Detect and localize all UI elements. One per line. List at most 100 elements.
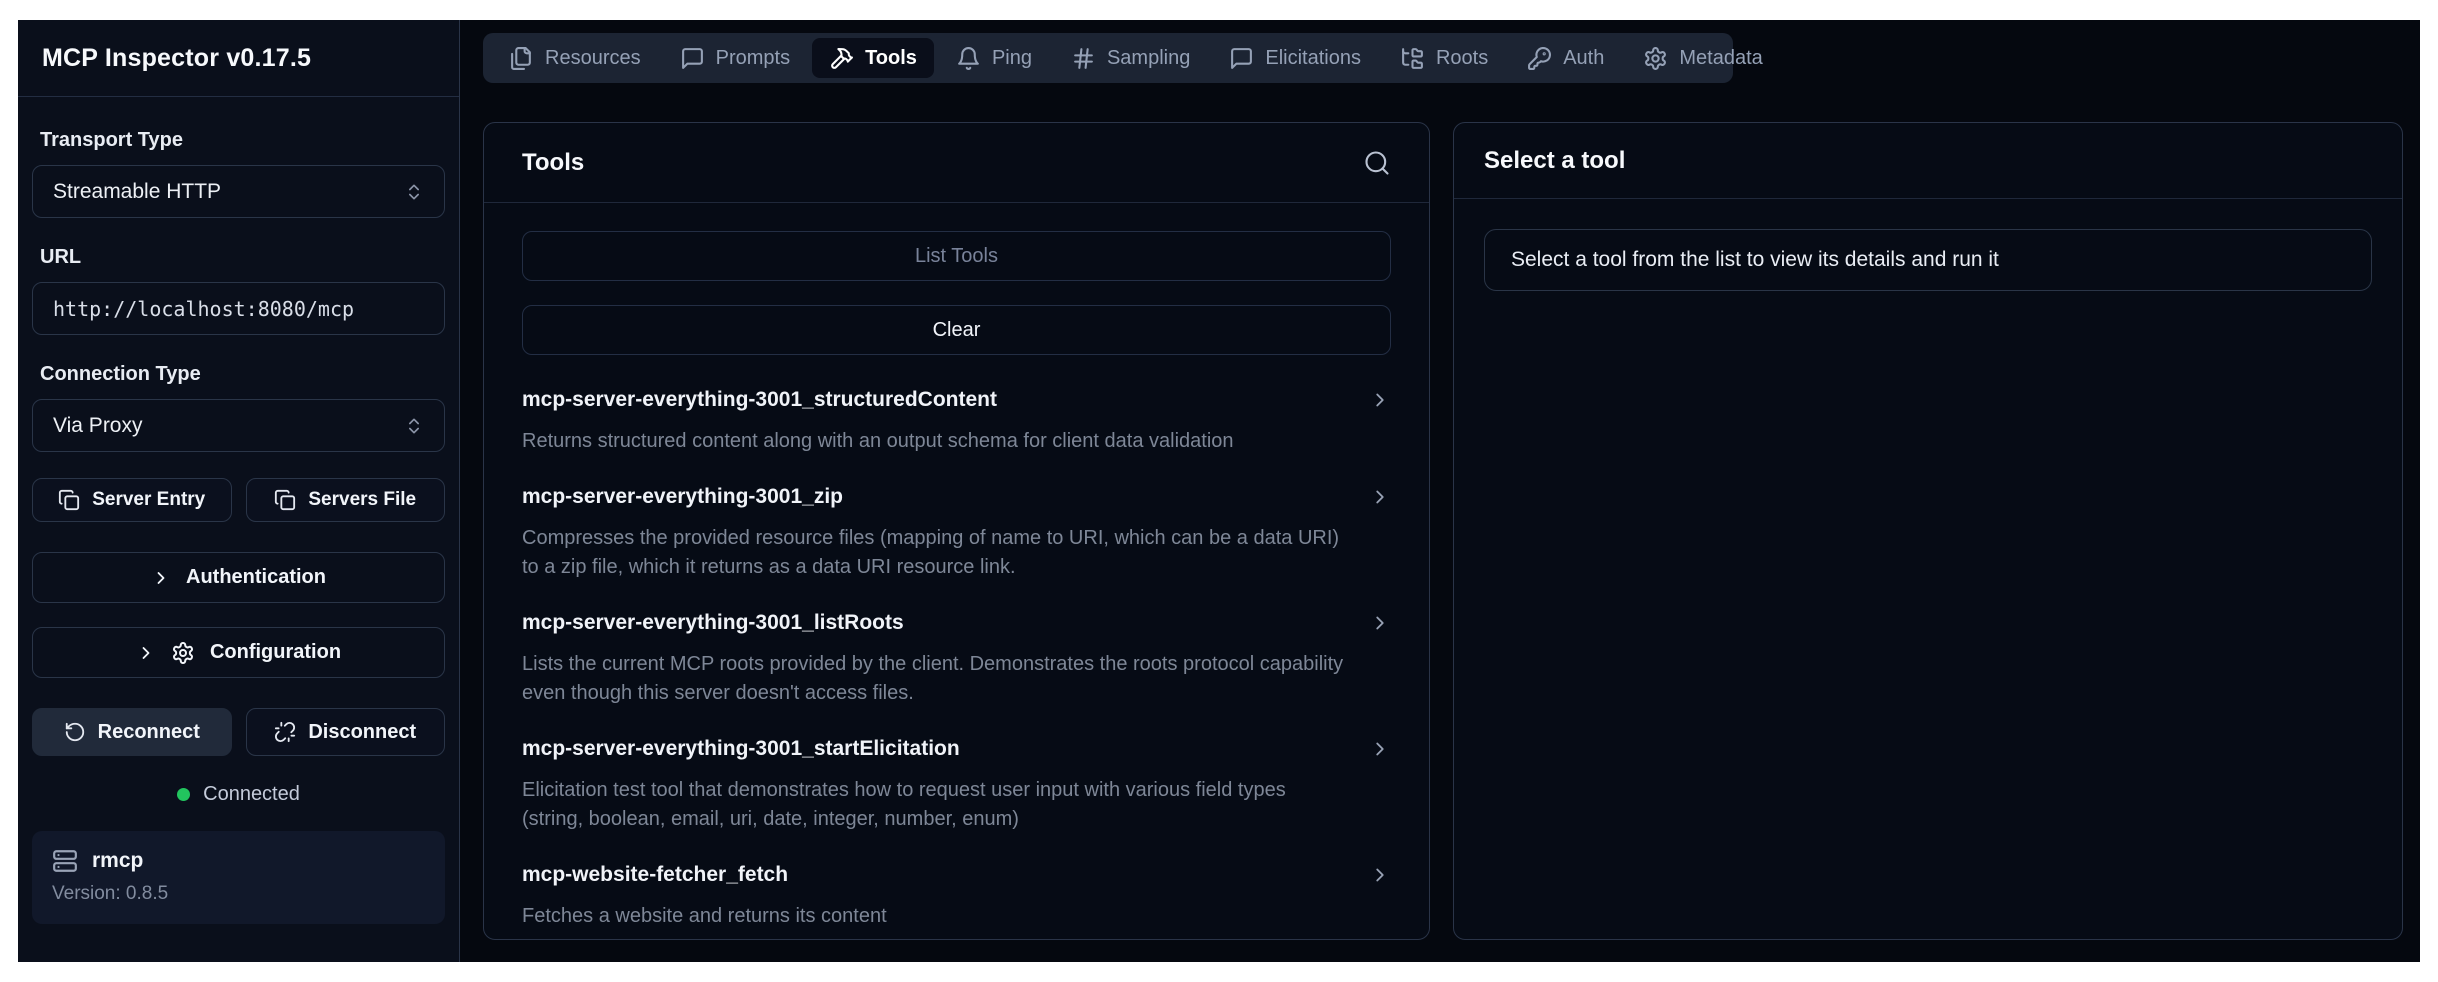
chevron-right-icon [1369, 864, 1391, 886]
folder-tree-icon [1400, 46, 1425, 71]
hash-icon [1071, 46, 1096, 71]
authentication-label: Authentication [186, 566, 326, 589]
clear-label: Clear [933, 319, 981, 342]
gear-icon [171, 641, 195, 665]
tool-list-item[interactable]: mcp-server-everything-3001_startElicitat… [522, 734, 1391, 834]
message-square-icon [680, 46, 705, 71]
tab-tools[interactable]: Tools [812, 38, 934, 78]
tool-name: mcp-server-everything-3001_startElicitat… [522, 734, 960, 764]
copy-icon [274, 489, 296, 511]
server-entry-button[interactable]: Server Entry [32, 478, 232, 522]
configuration-label: Configuration [210, 641, 341, 664]
chevron-right-icon [136, 643, 156, 663]
tool-description: Lists the current MCP roots provided by … [522, 650, 1352, 708]
tab-prompts[interactable]: Prompts [663, 38, 807, 78]
transport-type-select[interactable]: Streamable HTTP [32, 165, 445, 218]
tab-auth[interactable]: Auth [1510, 38, 1621, 78]
disconnect-button[interactable]: Disconnect [246, 708, 446, 756]
chevron-right-icon [1369, 389, 1391, 411]
status-label: Connected [203, 783, 300, 806]
tab-label: Elicitations [1265, 47, 1361, 70]
copy-icon [58, 489, 80, 511]
tool-list: mcp-server-everything-3001_structuredCon… [522, 385, 1391, 931]
page: MCP Inspector v0.17.5 Transport Type Str… [0, 0, 2438, 982]
tool-list-item[interactable]: mcp-server-everything-3001_structuredCon… [522, 385, 1391, 456]
tool-name: mcp-server-everything-3001_zip [522, 482, 843, 512]
tool-name: mcp-server-everything-3001_listRoots [522, 608, 904, 638]
tool-description: Compresses the provided resource files (… [522, 524, 1352, 582]
tool-description: Fetches a website and returns its conten… [522, 902, 1352, 931]
tool-list-item[interactable]: mcp-server-everything-3001_listRoots Lis… [522, 608, 1391, 708]
url-input[interactable] [32, 282, 445, 335]
transport-type-label: Transport Type [40, 129, 437, 152]
chevrons-up-down-icon [404, 182, 424, 202]
hammer-icon [829, 46, 854, 71]
tab-label: Ping [992, 47, 1032, 70]
empty-state-message: Select a tool from the list to view its … [1484, 229, 2372, 291]
clear-button[interactable]: Clear [522, 305, 1391, 355]
files-icon [509, 46, 534, 71]
tool-name: mcp-server-everything-3001_structuredCon… [522, 385, 997, 415]
status-dot [177, 788, 190, 801]
message-square-icon [1229, 46, 1254, 71]
chevron-right-icon [1369, 486, 1391, 508]
reconnect-button[interactable]: Reconnect [32, 708, 232, 756]
disconnect-label: Disconnect [308, 721, 416, 744]
tab-elicitations[interactable]: Elicitations [1212, 38, 1378, 78]
tab-resources[interactable]: Resources [492, 38, 658, 78]
list-tools-button[interactable]: List Tools [522, 231, 1391, 281]
server-entry-label: Server Entry [92, 489, 205, 511]
servers-file-button[interactable]: Servers File [246, 478, 446, 522]
chevrons-up-down-icon [404, 416, 424, 436]
chevron-right-icon [1369, 738, 1391, 760]
tool-description: Returns structured content along with an… [522, 427, 1352, 456]
reconnect-label: Reconnect [98, 721, 200, 744]
tab-label: Tools [865, 47, 917, 70]
tab-label: Resources [545, 47, 641, 70]
tab-label: Sampling [1107, 47, 1190, 70]
tab-label: Metadata [1679, 47, 1762, 70]
tool-list-item[interactable]: mcp-website-fetcher_fetch Fetches a webs… [522, 860, 1391, 931]
detail-panel-title: Select a tool [1484, 147, 1625, 175]
configuration-accordion[interactable]: Configuration [32, 627, 445, 678]
mcp-inspector-app: MCP Inspector v0.17.5 Transport Type Str… [18, 20, 2420, 962]
url-label: URL [40, 246, 437, 269]
tab-sampling[interactable]: Sampling [1054, 38, 1207, 78]
tools-panel: Tools List Tools Clear mcp-server-everyt… [483, 122, 1430, 940]
sidebar-body: Transport Type Streamable HTTP URL Conne… [18, 97, 459, 924]
server-icon [52, 848, 78, 874]
unlink-icon [274, 721, 296, 743]
key-icon [1527, 46, 1552, 71]
connection-status: Connected [32, 783, 445, 806]
connection-type-select[interactable]: Via Proxy [32, 399, 445, 452]
tool-list-item[interactable]: mcp-server-everything-3001_zip Compresse… [522, 482, 1391, 582]
tab-metadata[interactable]: Metadata [1626, 38, 1779, 78]
tab-ping[interactable]: Ping [939, 38, 1049, 78]
server-version: Version: 0.8.5 [52, 883, 425, 905]
server-name: rmcp [92, 849, 143, 873]
chevron-right-icon [151, 568, 171, 588]
authentication-accordion[interactable]: Authentication [32, 552, 445, 603]
tab-label: Auth [1563, 47, 1604, 70]
tab-label: Roots [1436, 47, 1488, 70]
main-tabbar: Resources Prompts Tools Ping [483, 33, 1733, 83]
rotate-ccw-icon [64, 721, 86, 743]
servers-file-label: Servers File [308, 489, 416, 511]
list-tools-label: List Tools [915, 245, 998, 268]
bell-icon [956, 46, 981, 71]
tool-description: Elicitation test tool that demonstrates … [522, 776, 1352, 834]
tool-detail-panel: Select a tool Select a tool from the lis… [1453, 122, 2403, 940]
gear-icon [1643, 46, 1668, 71]
server-info-card: rmcp Version: 0.8.5 [32, 831, 445, 924]
connection-type-value: Via Proxy [53, 414, 143, 438]
sidebar: MCP Inspector v0.17.5 Transport Type Str… [18, 20, 460, 962]
tab-roots[interactable]: Roots [1383, 38, 1505, 78]
tools-panel-title: Tools [522, 149, 584, 177]
tab-label: Prompts [716, 47, 790, 70]
transport-type-value: Streamable HTTP [53, 180, 221, 204]
search-icon[interactable] [1363, 149, 1391, 177]
app-title: MCP Inspector v0.17.5 [42, 44, 311, 73]
sidebar-header: MCP Inspector v0.17.5 [18, 20, 459, 97]
tool-name: mcp-website-fetcher_fetch [522, 860, 788, 890]
chevron-right-icon [1369, 612, 1391, 634]
